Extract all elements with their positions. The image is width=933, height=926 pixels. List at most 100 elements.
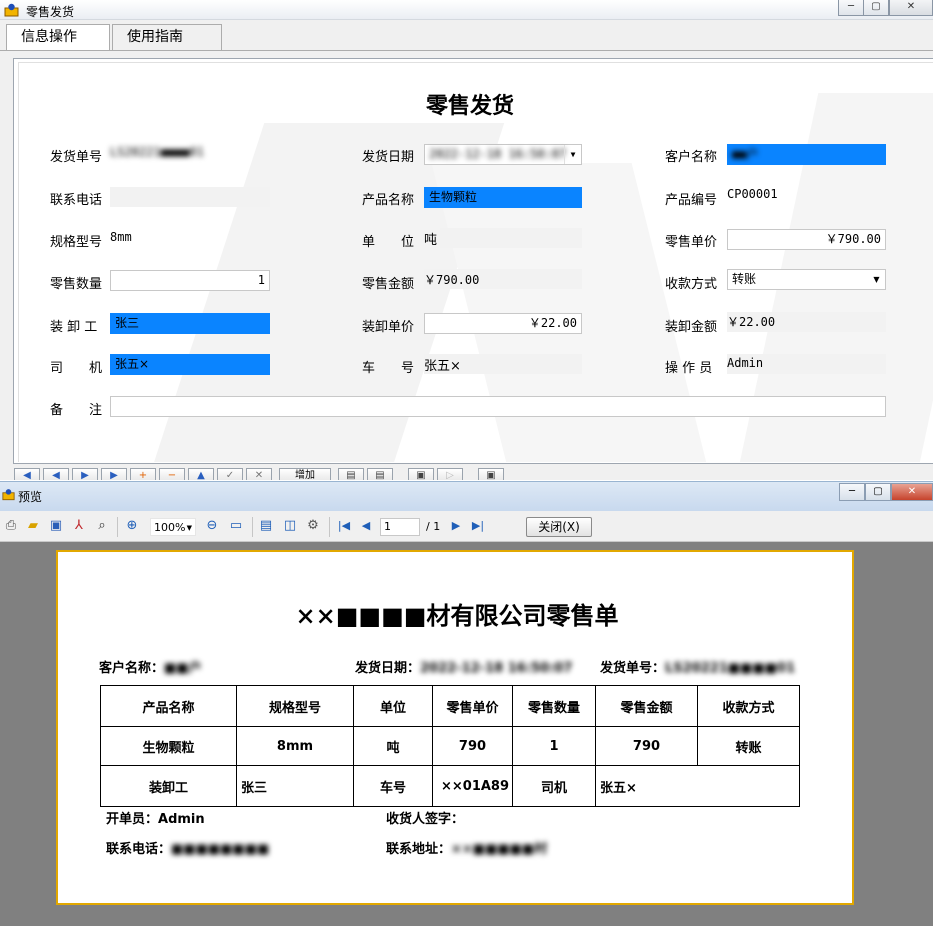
report-page: ××■■■■材有限公司零售单 客户名称：■■户 发货日期：2022-12-18 …	[56, 550, 854, 905]
settings-icon[interactable]: ⚙	[305, 518, 321, 534]
table-header-cell: 零售单价	[432, 685, 513, 727]
toolbar-separator	[329, 517, 330, 537]
zoom-select[interactable]: 100% ▼	[150, 518, 196, 536]
unit-price-label: 零售单价	[665, 235, 718, 250]
edit-record-icon[interactable]: ▲	[188, 468, 214, 480]
first-record-icon[interactable]: ◀	[14, 468, 40, 480]
table-header-cell: 单位	[353, 685, 433, 727]
page-number-input[interactable]: 1	[380, 518, 420, 536]
app-icon	[4, 3, 19, 17]
last-page-icon[interactable]: ▶|	[470, 518, 486, 534]
table-header-cell: 零售数量	[512, 685, 596, 727]
order-no-label: 发货单号：LS20221■■■■01	[600, 661, 796, 676]
payment-select[interactable]: 转账 ▼	[727, 269, 886, 290]
next-record-icon[interactable]: ▶	[72, 468, 98, 480]
maximize-button[interactable]: ▢	[863, 0, 889, 16]
table-header-cell: 规格型号	[236, 685, 354, 727]
product-name-field[interactable]: 生物颗粒	[424, 187, 582, 208]
copy-icon[interactable]: ▤	[338, 468, 364, 480]
unit-label: 单 位	[362, 235, 415, 250]
single-page-icon[interactable]: ▤	[258, 518, 274, 534]
load-price-label: 装卸单价	[362, 320, 415, 335]
next-page-icon[interactable]: ▶	[448, 518, 464, 534]
minimize-button[interactable]: ─	[838, 0, 864, 16]
remark-field[interactable]	[110, 396, 886, 417]
product-code-value: CP00001	[727, 187, 778, 201]
load-price-field[interactable]: ￥22.00	[424, 313, 582, 334]
last-record-icon[interactable]: ▶	[101, 468, 127, 480]
table-cell: 张三	[236, 765, 354, 807]
print-icon[interactable]: ▣	[408, 468, 434, 480]
amount-value: ￥790.00	[424, 273, 480, 287]
minimize-button[interactable]: ─	[839, 483, 865, 501]
payment-label: 收款方式	[665, 277, 718, 292]
phone-field[interactable]	[110, 187, 270, 207]
unit-price-field[interactable]: ￥790.00	[727, 229, 886, 250]
post-record-icon[interactable]: ✓	[217, 468, 243, 480]
operator-label: 操 作 员	[665, 361, 713, 376]
title-bar	[0, 0, 933, 20]
driver-field[interactable]: 张五×	[110, 354, 270, 375]
close-preview-button[interactable]: 关闭(X)	[526, 517, 592, 537]
table-cell: 1	[512, 726, 596, 766]
print-icon[interactable]: ⎙	[3, 518, 19, 534]
toolbar-separator	[252, 517, 253, 537]
order-no-value: LS20221■■■■01	[665, 661, 796, 676]
table-cell: 790	[595, 726, 698, 766]
ship-date-picker[interactable]: 2022-12-18 16:50:07 ▼	[424, 144, 582, 165]
zoom-in-icon[interactable]: ⊕	[124, 518, 140, 534]
customer-label: 客户名称：■■户	[99, 661, 202, 676]
find-icon[interactable]: ⌕	[94, 518, 110, 534]
prev-page-icon[interactable]: ◀	[358, 518, 374, 534]
spec-value: 8mm	[110, 230, 132, 244]
save-icon[interactable]: ▣	[48, 518, 64, 534]
insert-record-icon[interactable]: +	[130, 468, 156, 480]
window-title: 零售发货	[26, 5, 75, 19]
paste-icon[interactable]: ▤	[367, 468, 393, 480]
preview-icon[interactable]: ▣	[478, 468, 504, 480]
order-no-value: LS20221■■■■01	[110, 145, 204, 159]
preview-window: 预览 ─ ▢ ✕ ⎙ ▰ ▣ ⅄ ⌕ ⊕ 100% ▼ ⊖ ▭ ▤ ◫ ⚙ |◀ …	[0, 481, 933, 926]
report-table: 产品名称 规格型号 单位 零售单价 零售数量 零售金额 收款方式 生物颗粒 8m…	[100, 685, 800, 807]
table-cell: ××01A89	[432, 765, 513, 807]
toolbar-separator	[117, 517, 118, 537]
tab-info-operation[interactable]: 信息操作	[6, 24, 110, 51]
prev-record-icon[interactable]: ◀	[43, 468, 69, 480]
customer-value: ■■户	[732, 147, 759, 161]
phone-label: 联系电话：■■■■■■■■	[106, 842, 270, 857]
page-setup-icon[interactable]: ◫	[282, 518, 298, 534]
customer-value: ■■户	[164, 661, 202, 676]
add-button[interactable]: 增加	[279, 468, 331, 480]
table-cell: 8mm	[236, 726, 354, 766]
maximize-button[interactable]: ▢	[865, 483, 891, 501]
chevron-down-icon[interactable]: ▼	[564, 145, 581, 164]
table-cell: 790	[432, 726, 513, 766]
tab-user-guide[interactable]: 使用指南	[112, 24, 222, 50]
zoom-value: 100%	[154, 521, 186, 534]
table-cell: 司机	[512, 765, 596, 807]
chevron-down-icon[interactable]: ▼	[868, 270, 885, 289]
ship-date-value: 2022-12-18 16:50:07	[420, 661, 573, 676]
ship-date-label: 发货日期	[362, 150, 415, 165]
loader-field[interactable]: 张三	[110, 313, 270, 334]
open-folder-icon[interactable]: ▰	[25, 518, 41, 534]
customer-field[interactable]: ■■户	[727, 144, 886, 165]
report-title: ××■■■■材有限公司零售单	[295, 601, 619, 630]
quantity-field[interactable]: 1	[110, 270, 270, 291]
table-cell: 转账	[697, 726, 800, 766]
load-amount-value: ￥22.00	[727, 315, 776, 329]
quantity-label: 零售数量	[50, 277, 103, 292]
cancel-record-icon[interactable]: ✕	[246, 468, 272, 480]
chevron-down-icon: ▼	[186, 524, 192, 532]
delete-record-icon[interactable]: −	[159, 468, 185, 480]
pdf-icon[interactable]: ⅄	[71, 518, 87, 534]
close-button[interactable]: ✕	[891, 483, 933, 501]
page-width-icon[interactable]: ▭	[228, 518, 244, 534]
preview-title: 预览	[18, 490, 43, 504]
remark-label: 备 注	[50, 403, 103, 418]
first-page-icon[interactable]: |◀	[336, 518, 352, 534]
app-icon	[2, 489, 15, 501]
play-icon[interactable]: ▷	[437, 468, 463, 480]
zoom-out-icon[interactable]: ⊖	[204, 518, 220, 534]
close-button[interactable]: ✕	[889, 0, 933, 16]
